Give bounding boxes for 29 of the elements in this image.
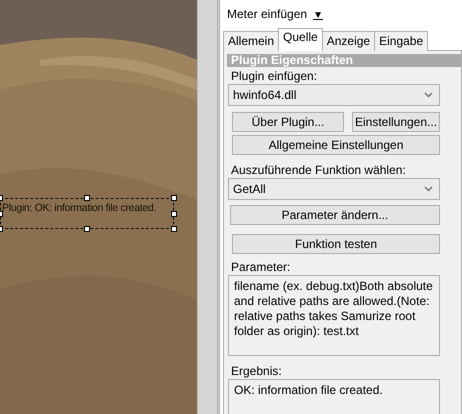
parameter-text-area[interactable]: filename (ex. debug.txt)Both absolute and relative paths are allowed.(Note: relative paths takes Samurize root folder as origin): test.txt [228,275,440,356]
result-text-area[interactable]: OK: information file created. [228,379,440,414]
chevron-icon [424,186,433,192]
selection-frame[interactable]: Plugin: OK: information file created. [0,198,174,229]
resize-handle[interactable] [84,226,90,232]
field-label: Ergebnis: [230,363,283,378]
field-label: Plugin einfügen: [230,68,318,83]
plugin-dropdown[interactable]: hwinfo64.dll [228,84,440,106]
tab[interactable]: Eingabe [374,31,428,51]
tab[interactable]: Quelle [278,28,323,51]
chevron-icon [424,92,433,98]
settings-button[interactable]: Einstellungen... [352,112,440,132]
field-label: Auszuführende Funktion wählen: [230,162,407,177]
general-settings-button[interactable]: Allgemeine Einstellungen [232,135,440,155]
dropdown-arrow[interactable]: ▼ [313,10,323,21]
text-label: Plugin: OK: information file created. [2,202,156,214]
resize-handle[interactable] [171,211,177,217]
resize-handle[interactable] [171,195,177,201]
group-title: Plugin Eigenschaften [227,54,461,67]
tab[interactable]: Allemein [223,31,280,51]
test-function-button[interactable]: Funktion testen [232,234,440,254]
resize-handle[interactable] [84,195,90,201]
field-label: Parameter: [230,259,292,274]
tab[interactable]: Anzeige [322,31,376,51]
menu-label[interactable]: Meter einfügen [227,7,308,21]
about-plugin-button[interactable]: Über Plugin... [232,112,344,132]
function-dropdown[interactable]: GetAll [228,178,440,200]
resize-handle[interactable] [171,226,177,232]
change-parameters-button[interactable]: Parameter ändern... [230,205,440,225]
